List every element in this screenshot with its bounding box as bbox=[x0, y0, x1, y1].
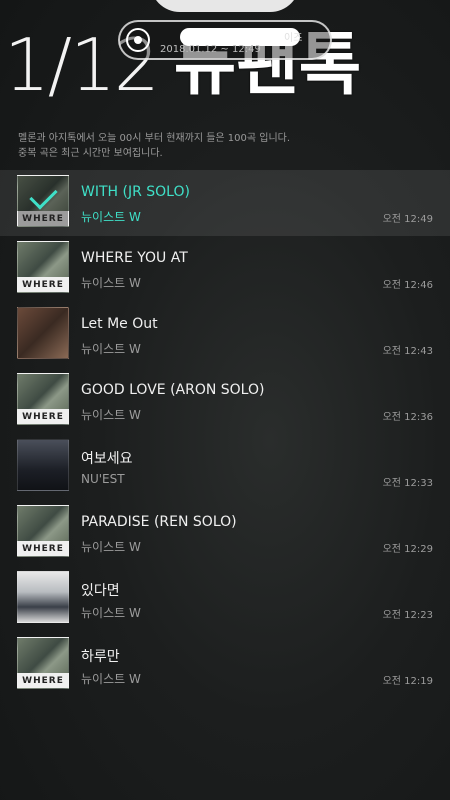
cover-text: WHERE bbox=[22, 676, 64, 686]
album-cover-icon: WHERE bbox=[17, 637, 69, 689]
album-cover-icon bbox=[17, 439, 69, 491]
song-artist: NU'EST bbox=[81, 472, 125, 486]
song-title: 여보세요 bbox=[81, 451, 133, 467]
song-time: 오전 12:29 bbox=[382, 544, 433, 555]
song-time: 오전 12:43 bbox=[382, 346, 433, 357]
cover-text: WHERE bbox=[22, 544, 64, 554]
song-row[interactable]: WHERE 하루만 뉴이스트 W 오전 12:19 bbox=[0, 632, 450, 698]
info-line-1: 멜론과 아지톡에서 오늘 00시 부터 현재까지 들은 100곡 입니다. bbox=[18, 133, 291, 144]
song-row[interactable]: WHERE PARADISE (REN SOLO) 뉴이스트 W 오전 12:2… bbox=[0, 500, 450, 566]
top-decoration bbox=[150, 0, 300, 12]
album-cover-icon bbox=[17, 307, 69, 359]
info-line-2: 중복 곡은 최근 시간만 보여집니다. bbox=[18, 148, 163, 159]
album-cover-icon: WHERE bbox=[17, 373, 69, 425]
song-artist: 뉴이스트 W bbox=[81, 342, 141, 356]
album-cover-icon: WHERE bbox=[17, 175, 69, 227]
song-time: 오전 12:49 bbox=[382, 214, 433, 225]
song-title: GOOD LOVE (ARON SOLO) bbox=[81, 382, 265, 398]
song-artist: 뉴이스트 W bbox=[81, 210, 141, 224]
pill-extra: 이즈 bbox=[284, 33, 303, 44]
song-time: 오전 12:46 bbox=[382, 280, 433, 291]
song-list: WHERE WITH (JR SOLO) 뉴이스트 W 오전 12:49 WHE… bbox=[0, 170, 450, 698]
song-title: WITH (JR SOLO) bbox=[81, 184, 190, 200]
album-cover-icon bbox=[17, 571, 69, 623]
song-time: 오전 12:23 bbox=[382, 610, 433, 621]
record-icon bbox=[126, 28, 150, 52]
song-artist: 뉴이스트 W bbox=[81, 408, 141, 422]
album-cover-icon: WHERE bbox=[17, 505, 69, 557]
song-artist: 뉴이스트 W bbox=[81, 672, 141, 686]
song-time: 오전 12:19 bbox=[382, 676, 433, 687]
song-title: PARADISE (REN SOLO) bbox=[81, 514, 237, 530]
song-row[interactable]: WHERE GOOD LOVE (ARON SOLO) 뉴이스트 W 오전 12… bbox=[0, 368, 450, 434]
header-pill[interactable]: 2018.01.12 ~ 12:49 이즈 bbox=[118, 20, 332, 60]
song-artist: 뉴이스트 W bbox=[81, 606, 141, 620]
cover-text: WHERE bbox=[22, 412, 64, 422]
song-artist: 뉴이스트 W bbox=[81, 276, 141, 290]
cover-text: WHERE bbox=[22, 214, 64, 224]
song-artist: 뉴이스트 W bbox=[81, 540, 141, 554]
song-row[interactable]: WHERE WITH (JR SOLO) 뉴이스트 W 오전 12:49 bbox=[0, 170, 450, 236]
song-row[interactable]: Let Me Out 뉴이스트 W 오전 12:43 bbox=[0, 302, 450, 368]
album-cover-icon: WHERE bbox=[17, 241, 69, 293]
cover-text: WHERE bbox=[22, 280, 64, 290]
song-time: 오전 12:36 bbox=[382, 412, 433, 423]
pill-date: 2018.01.12 ~ 12:49 bbox=[160, 44, 261, 55]
song-title: 하루만 bbox=[81, 649, 120, 665]
song-title: WHERE YOU AT bbox=[81, 250, 188, 266]
song-row[interactable]: WHERE WHERE YOU AT 뉴이스트 W 오전 12:46 bbox=[0, 236, 450, 302]
song-row[interactable]: 있다면 뉴이스트 W 오전 12:23 bbox=[0, 566, 450, 632]
song-title: Let Me Out bbox=[81, 316, 158, 332]
song-row[interactable]: 여보세요 NU'EST 오전 12:33 bbox=[0, 434, 450, 500]
song-title: 있다면 bbox=[81, 583, 120, 599]
song-time: 오전 12:33 bbox=[382, 478, 433, 489]
info-text: 멜론과 아지톡에서 오늘 00시 부터 현재까지 들은 100곡 입니다. 중복… bbox=[18, 131, 290, 161]
